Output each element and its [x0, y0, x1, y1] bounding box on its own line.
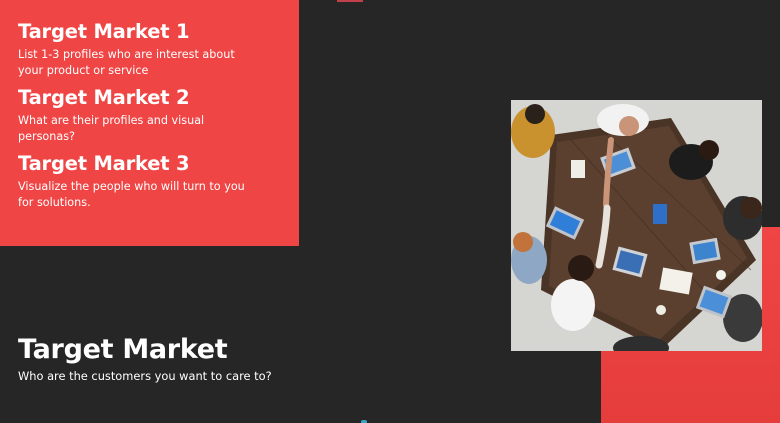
page-subtitle: Who are the customers you want to care t… [18, 369, 272, 383]
target-markets-panel: Target Market 1 List 1-3 profiles who ar… [0, 0, 299, 246]
target-market-1-title: Target Market 1 [18, 20, 190, 43]
target-market-2-title: Target Market 2 [18, 86, 190, 109]
page-title: Target Market [18, 334, 228, 365]
team-meeting-illustration [511, 100, 762, 351]
target-market-2: Target Market 2 What are their profiles … [18, 86, 281, 145]
slide: Target Market 1 List 1-3 profiles who ar… [0, 0, 780, 423]
top-accent-bar [337, 0, 363, 2]
target-market-1-description: List 1-3 profiles who are interest about… [18, 48, 235, 77]
target-market-3: Target Market 3 Visualize the people who… [18, 152, 281, 211]
target-market-1: Target Market 1 List 1-3 profiles who ar… [18, 20, 281, 79]
target-market-2-description: What are their profiles and visual perso… [18, 114, 205, 143]
target-market-3-description: Visualize the people who will turn to yo… [18, 180, 245, 209]
target-market-3-title: Target Market 3 [18, 152, 190, 175]
team-meeting-photo [511, 100, 762, 351]
